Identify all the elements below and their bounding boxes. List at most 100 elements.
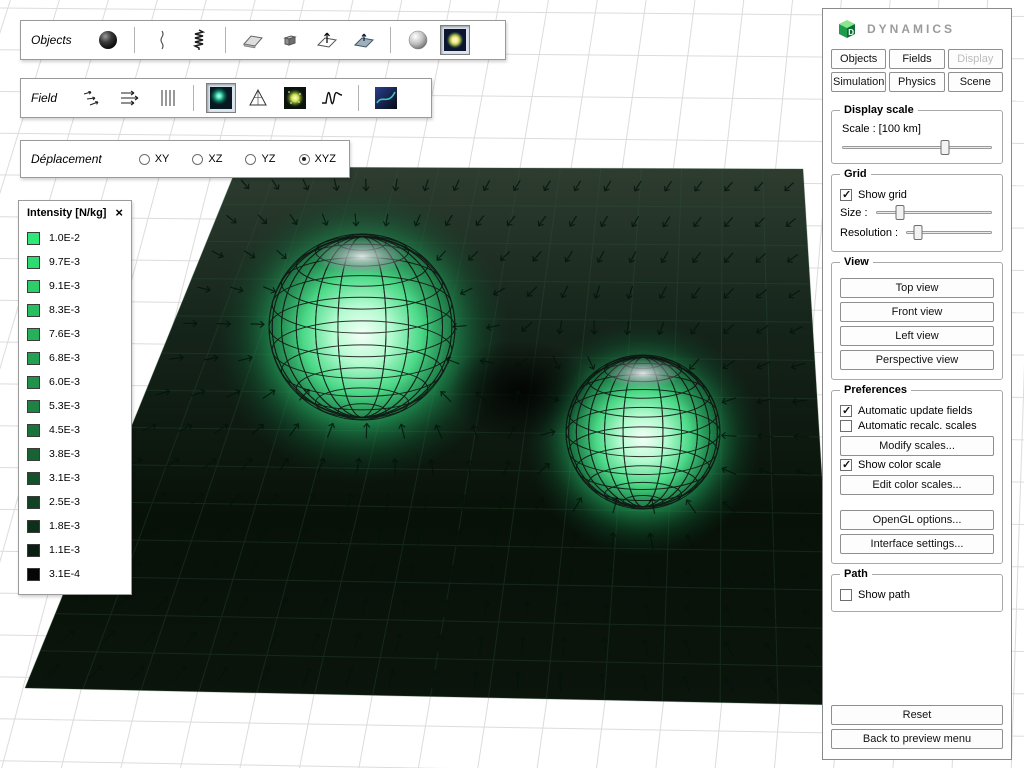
legend-entry: 1.8E-3 <box>27 514 123 538</box>
show-grid-label: Show grid <box>858 189 907 201</box>
legend-entry: 7.6E-3 <box>27 322 123 346</box>
legend-entry-label: 3.1E-3 <box>49 472 80 484</box>
grid-size-slider[interactable] <box>874 204 994 221</box>
show-grid-row[interactable]: Show grid <box>840 189 994 201</box>
xy-radio-label: XY <box>155 153 170 165</box>
object-tool-box-bar[interactable] <box>275 25 305 55</box>
show-color-scale-checkbox[interactable] <box>840 459 852 471</box>
vector-arrows-icon <box>81 86 105 110</box>
object-tool-spring[interactable] <box>184 25 214 55</box>
edit-color-scales-button[interactable]: Edit color scales... <box>840 475 994 495</box>
nav-objects-button[interactable]: Objects <box>831 49 886 69</box>
field-tool-parallel-arrows[interactable] <box>115 83 145 113</box>
reset-button[interactable]: Reset <box>831 705 1003 725</box>
object-tool-glowing-sphere[interactable] <box>440 25 470 55</box>
legend-entry: 8.3E-3 <box>27 298 123 322</box>
shaded-sphere-icon <box>406 28 430 52</box>
show-grid-checkbox[interactable] <box>840 189 852 201</box>
auto-recalc-scales-row[interactable]: Automatic recalc. scales <box>840 420 994 432</box>
show-color-scale-row[interactable]: Show color scale <box>840 459 994 471</box>
legend-entry-label: 9.1E-3 <box>49 280 80 292</box>
object-tool-plate-arrow[interactable] <box>312 25 342 55</box>
grid-resolution-slider[interactable] <box>904 224 994 241</box>
legend-color-swatch <box>27 328 40 341</box>
show-path-row[interactable]: Show path <box>840 589 994 601</box>
opengl-options-button[interactable]: OpenGL options... <box>840 510 994 530</box>
perspective-view-button[interactable]: Perspective view <box>840 350 994 370</box>
legend-entry: 6.8E-3 <box>27 346 123 370</box>
top-view-button[interactable]: Top view <box>840 278 994 298</box>
xz-radio[interactable] <box>192 154 203 165</box>
front-view-button[interactable]: Front view <box>840 302 994 322</box>
deplacement-option-yz[interactable]: YZ <box>245 153 275 165</box>
scale-slider[interactable] <box>840 139 994 156</box>
show-path-checkbox[interactable] <box>840 589 852 601</box>
nav-simulation-button[interactable]: Simulation <box>831 72 886 92</box>
deplacement-option-xy[interactable]: XY <box>139 153 170 165</box>
legend-color-swatch <box>27 472 40 485</box>
sphere-highlight <box>605 358 682 389</box>
waveform-icon <box>320 86 344 110</box>
auto-recalc-scales-checkbox[interactable] <box>840 420 852 432</box>
object-tool-rod[interactable] <box>147 25 177 55</box>
legend-color-swatch <box>27 256 40 269</box>
object-tool-black-sphere[interactable] <box>93 25 123 55</box>
grid-size-slider-thumb[interactable] <box>896 205 905 220</box>
nav-physics-button[interactable]: Physics <box>889 72 944 92</box>
field-tool-particle-glow[interactable] <box>280 83 310 113</box>
legend-color-swatch <box>27 520 40 533</box>
grid-size-row: Size : <box>840 204 994 221</box>
show-color-scale-label: Show color scale <box>858 459 941 471</box>
auto-update-fields-row[interactable]: Automatic update fields <box>840 405 994 417</box>
grid-resolution-slider-thumb[interactable] <box>913 225 922 240</box>
legend-close-button[interactable]: × <box>115 208 123 218</box>
parallel-arrows-icon <box>118 86 142 110</box>
toolbar-separator <box>358 85 360 111</box>
field-tool-vector-arrows[interactable] <box>78 83 108 113</box>
legend-entries: 1.0E-29.7E-39.1E-38.3E-37.6E-36.8E-36.0E… <box>27 226 123 586</box>
legend-entry-label: 3.1E-4 <box>49 568 80 580</box>
nav-display-button[interactable]: Display <box>948 49 1003 69</box>
view-group: View Top view Front view Left view Persp… <box>831 262 1003 380</box>
deplacement-option-xz[interactable]: XZ <box>192 153 222 165</box>
grid-size-slider-track[interactable] <box>876 211 992 214</box>
field-null-point <box>449 339 593 443</box>
interface-settings-button[interactable]: Interface settings... <box>840 534 994 554</box>
legend-entry-label: 8.3E-3 <box>49 304 80 316</box>
nav-scene-button[interactable]: Scene <box>948 72 1003 92</box>
field-tool-intensity-glow[interactable] <box>206 83 236 113</box>
field-tool-field-lines[interactable] <box>152 83 182 113</box>
field-tool-wire-cone[interactable] <box>243 83 273 113</box>
back-to-preview-menu-button[interactable]: Back to preview menu <box>831 729 1003 749</box>
legend-entry-label: 7.6E-3 <box>49 328 80 340</box>
left-view-button[interactable]: Left view <box>840 326 994 346</box>
nav-fields-button[interactable]: Fields <box>889 49 944 69</box>
surface-plot-icon <box>374 86 398 110</box>
object-tool-shaded-sphere[interactable] <box>403 25 433 55</box>
object-tool-plate-solid[interactable] <box>349 25 379 55</box>
legend-color-swatch <box>27 232 40 245</box>
intensity-glow-icon <box>209 86 233 110</box>
modify-scales-button[interactable]: Modify scales... <box>840 436 994 456</box>
yz-radio[interactable] <box>245 154 256 165</box>
deplacement-option-xyz[interactable]: XYZ <box>299 153 336 165</box>
object-tool-flat-plate[interactable] <box>238 25 268 55</box>
legend-color-swatch <box>27 544 40 557</box>
intensity-legend: Intensity [N/kg] × 1.0E-29.7E-39.1E-38.3… <box>18 200 132 595</box>
xy-radio[interactable] <box>139 154 150 165</box>
black-sphere-icon <box>96 28 120 52</box>
auto-update-fields-checkbox[interactable] <box>840 405 852 417</box>
field-tool-surface-plot[interactable] <box>371 83 401 113</box>
scale-value-label: Scale : [100 km] <box>842 123 994 135</box>
scale-slider-thumb[interactable] <box>940 140 949 155</box>
scale-slider-track[interactable] <box>842 146 992 149</box>
grid-group-title: Grid <box>840 168 871 180</box>
field-tool-waveform[interactable] <box>317 83 347 113</box>
app-title: DYNAMICS <box>867 22 955 36</box>
box-bar-icon <box>278 28 302 52</box>
auto-recalc-scales-label: Automatic recalc. scales <box>858 420 977 432</box>
category-nav: Objects Fields Display Simulation Physic… <box>831 49 1003 92</box>
xyz-radio[interactable] <box>299 154 310 165</box>
auto-update-fields-label: Automatic update fields <box>858 405 972 417</box>
legend-entry: 3.8E-3 <box>27 442 123 466</box>
